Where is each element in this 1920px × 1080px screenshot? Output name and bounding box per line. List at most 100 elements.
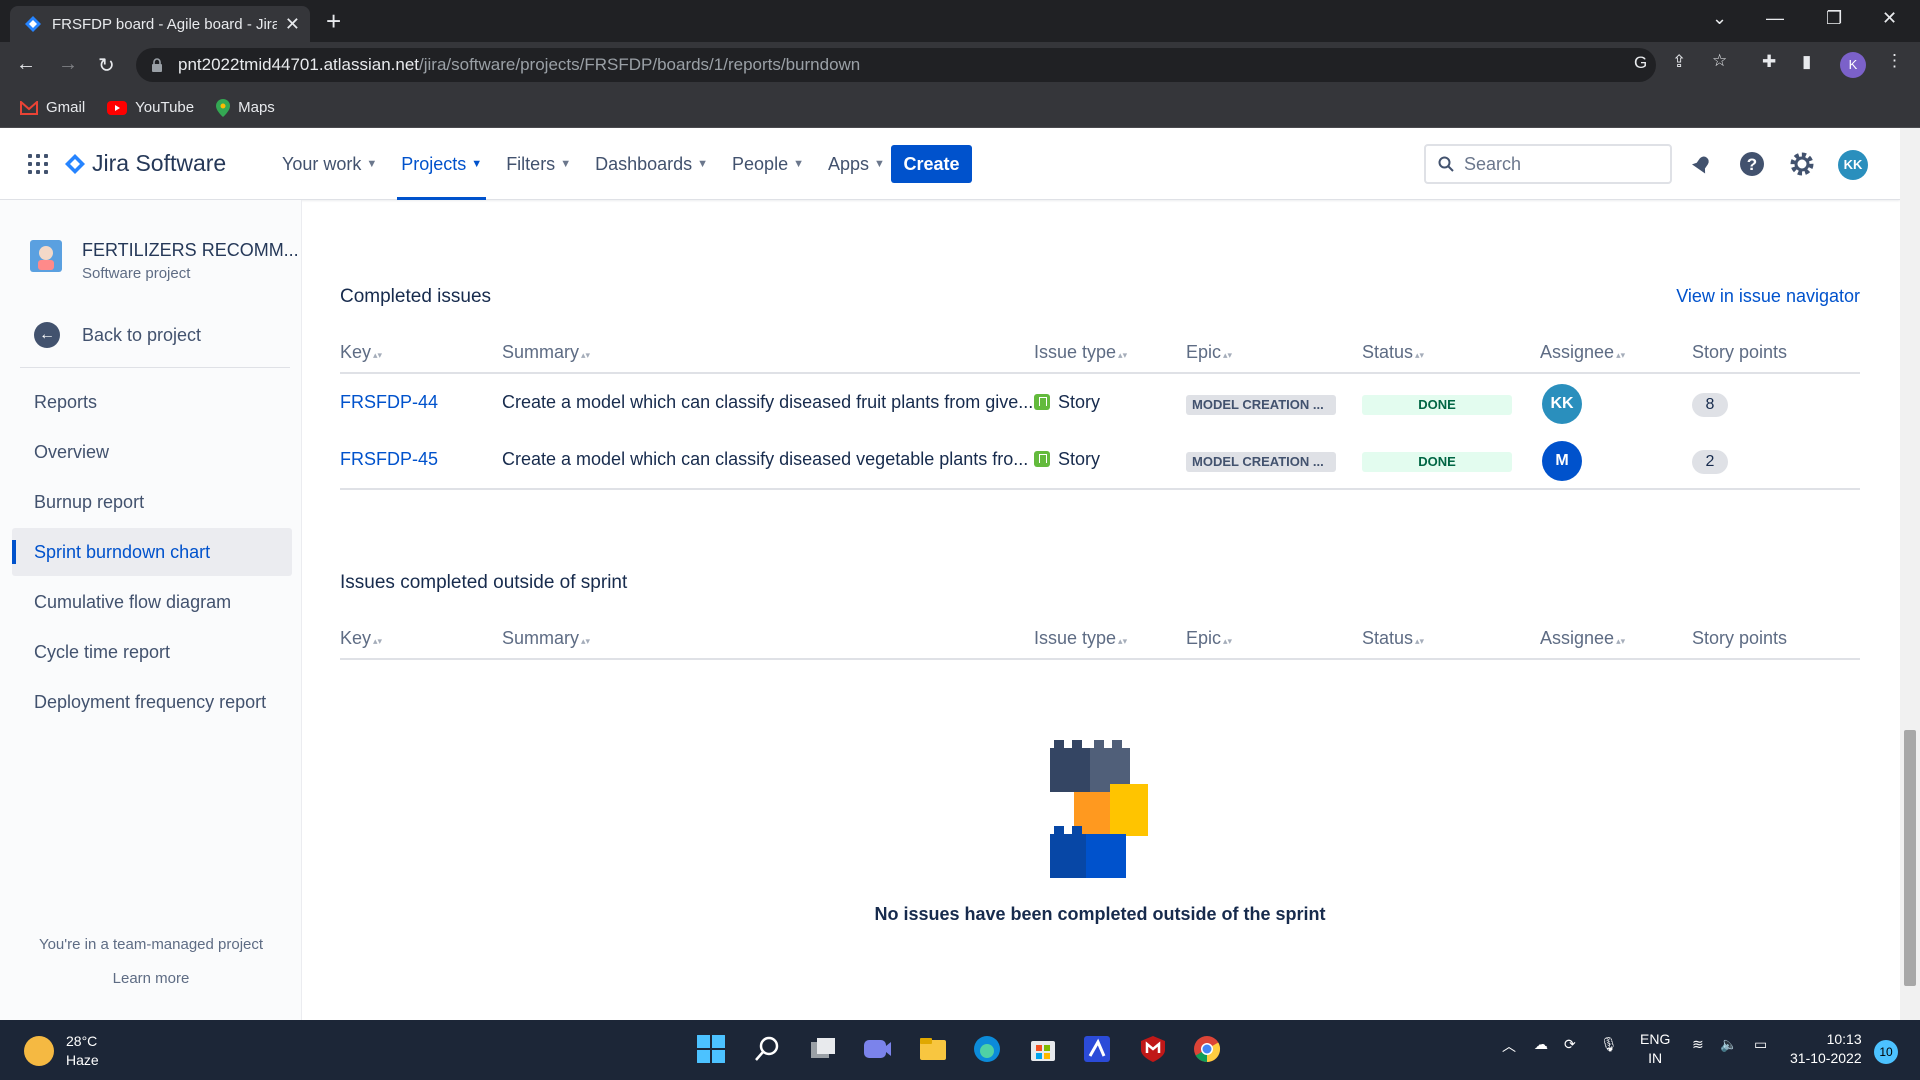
col-summary[interactable]: Summary ▴▾ [502, 628, 590, 649]
share-icon[interactable]: ⇪ [1672, 52, 1686, 72]
back-to-project-link[interactable]: ← Back to project [34, 322, 201, 348]
sync-icon[interactable]: ⟳ [1564, 1036, 1576, 1053]
restore-icon[interactable]: ❐ [1826, 8, 1842, 29]
nav-apps[interactable]: Apps ▼ [816, 128, 897, 200]
create-button[interactable]: Create [891, 145, 972, 183]
help-icon[interactable]: ? [1738, 150, 1766, 178]
minimize-icon[interactable]: — [1766, 8, 1784, 29]
reload-icon[interactable]: ↻ [98, 53, 115, 78]
sidebar-item-overview[interactable]: Overview [12, 428, 292, 476]
sort-icon: ▴▾ [373, 350, 383, 360]
new-tab-icon[interactable]: + [326, 8, 341, 34]
col-status[interactable]: Status ▴▾ [1362, 342, 1424, 363]
task-view-icon[interactable] [808, 1034, 838, 1064]
jira-logo[interactable]: Jira Software [64, 150, 226, 177]
issue-key-link[interactable]: FRSFDP-44 [340, 392, 438, 413]
assignee-avatar[interactable]: M [1542, 441, 1582, 481]
search-input[interactable]: Search [1424, 144, 1672, 184]
project-name: FERTILIZERS RECOMM... [82, 240, 299, 260]
chrome-taskbar-icon[interactable] [1192, 1034, 1222, 1064]
team-managed-note: You're in a team-managed project [38, 936, 264, 953]
table-row[interactable]: FRSFDP-44 Create a model which can class… [340, 376, 1860, 433]
learn-more-link[interactable]: Learn more [0, 970, 302, 987]
col-epic[interactable]: Epic ▴▾ [1186, 342, 1232, 363]
chevron-down-icon: ▼ [793, 158, 804, 170]
table-row[interactable]: FRSFDP-45 Create a model which can class… [340, 433, 1860, 490]
bookmark-youtube[interactable]: YouTube [107, 99, 194, 116]
bookmark-label: Maps [238, 99, 275, 116]
back-arrow-icon[interactable]: ← [16, 53, 36, 76]
notification-count-badge[interactable]: 10 [1874, 1040, 1898, 1064]
project-header[interactable]: FERTILIZERS RECOMM... Software project [30, 240, 299, 282]
browser-profile-avatar[interactable]: K [1840, 52, 1866, 78]
microphone-icon[interactable]: 🎙 [1600, 1036, 1618, 1053]
issue-type-label: Story [1058, 449, 1101, 469]
sort-icon: ▴▾ [1223, 636, 1233, 646]
assignee-avatar[interactable]: KK [1542, 384, 1582, 424]
jira-top-nav: Jira Software Your work ▼ Projects ▼ Filte… [0, 128, 1900, 200]
sidebar-item-cumulative-flow[interactable]: Cumulative flow diagram [12, 578, 292, 626]
sidebar-item-burnup[interactable]: Burnup report [12, 478, 292, 526]
col-key[interactable]: Key ▴▾ [340, 342, 382, 363]
col-key[interactable]: Key ▴▾ [340, 628, 382, 649]
window-close-icon[interactable]: ✕ [1882, 8, 1897, 29]
weather-widget[interactable]: 28°C Haze [24, 1032, 99, 1070]
teams-chat-icon[interactable] [862, 1034, 892, 1064]
view-in-issue-navigator-link[interactable]: View in issue navigator [1676, 286, 1860, 307]
system-clock[interactable]: 10:13 31-10-2022 [1790, 1030, 1862, 1068]
browser-tab[interactable]: FRSFDP board - Agile board - Jira ✕ [10, 6, 310, 42]
battery-icon[interactable]: ▭ [1754, 1036, 1767, 1053]
onedrive-cloud-icon[interactable]: ☁ [1534, 1036, 1548, 1053]
url-omnibox[interactable]: pnt2022tmid44701.atlassian.net/jira/soft… [136, 48, 1656, 82]
address-bar-row: ← → ↻ pnt2022tmid44701.atlassian.net/jir… [0, 42, 1920, 88]
nav-your-work[interactable]: Your work ▼ [270, 128, 389, 200]
project-sidebar: FERTILIZERS RECOMM... Software project ←… [0, 200, 302, 1020]
nav-projects[interactable]: Projects ▼ [389, 128, 494, 200]
edge-browser-icon[interactable] [972, 1034, 1002, 1064]
forward-arrow-icon[interactable]: → [58, 53, 78, 76]
volume-icon[interactable]: 🔈 [1720, 1036, 1737, 1053]
bookmark-gmail[interactable]: Gmail [20, 99, 85, 116]
browser-menu-icon[interactable]: ⋮ [1886, 51, 1903, 71]
sort-icon: ▴▾ [373, 636, 383, 646]
bookmark-star-icon[interactable]: ☆ [1712, 51, 1727, 71]
google-lens-icon[interactable]: G [1634, 53, 1647, 73]
tab-close-icon[interactable]: ✕ [285, 14, 300, 35]
mcafee-icon[interactable] [1138, 1034, 1168, 1064]
app-switcher-icon[interactable] [28, 154, 48, 174]
extensions-puzzle-icon[interactable]: ✚ [1762, 52, 1776, 72]
tab-search-chevron-icon[interactable]: ⌄ [1712, 8, 1727, 29]
col-epic[interactable]: Epic ▴▾ [1186, 628, 1232, 649]
youtube-icon [107, 100, 128, 115]
settings-gear-icon[interactable] [1788, 150, 1816, 178]
col-status[interactable]: Status ▴▾ [1362, 628, 1424, 649]
scrollbar-thumb[interactable] [1904, 730, 1916, 986]
nav-filters[interactable]: Filters ▼ [494, 128, 583, 200]
side-panel-icon[interactable]: ▮ [1802, 52, 1811, 72]
col-summary[interactable]: Summary ▴▾ [502, 342, 590, 363]
sidebar-item-sprint-burndown[interactable]: Sprint burndown chart [12, 528, 292, 576]
microsoft-store-icon[interactable] [1028, 1034, 1058, 1064]
app-icon[interactable] [1082, 1034, 1112, 1064]
col-assignee[interactable]: Assignee ▴▾ [1540, 628, 1625, 649]
language-indicator[interactable]: ENG IN [1640, 1030, 1670, 1068]
nav-people[interactable]: People ▼ [720, 128, 816, 200]
user-avatar[interactable]: KK [1838, 150, 1868, 180]
windows-start-icon[interactable] [696, 1034, 726, 1064]
notifications-bell-icon[interactable] [1688, 150, 1716, 178]
col-issue-type[interactable]: Issue type ▴▾ [1034, 628, 1127, 649]
tray-overflow-chevron-icon[interactable]: ︿ [1502, 1036, 1516, 1056]
issue-key-link[interactable]: FRSFDP-45 [340, 449, 438, 470]
chevron-down-icon: ▼ [874, 158, 885, 170]
taskbar-search-icon[interactable] [752, 1034, 782, 1064]
wifi-icon[interactable]: ≋ [1692, 1036, 1704, 1053]
sidebar-item-deployment-frequency[interactable]: Deployment frequency report [12, 678, 292, 726]
sidebar-item-cycle-time[interactable]: Cycle time report [12, 628, 292, 676]
project-avatar [30, 240, 62, 272]
file-explorer-icon[interactable] [918, 1034, 948, 1064]
col-issue-type[interactable]: Issue type ▴▾ [1034, 342, 1127, 363]
col-assignee[interactable]: Assignee ▴▾ [1540, 342, 1625, 363]
nav-dashboards[interactable]: Dashboards ▼ [583, 128, 720, 200]
bookmark-maps[interactable]: Maps [216, 98, 275, 117]
col-story-points: Story points [1692, 628, 1788, 648]
